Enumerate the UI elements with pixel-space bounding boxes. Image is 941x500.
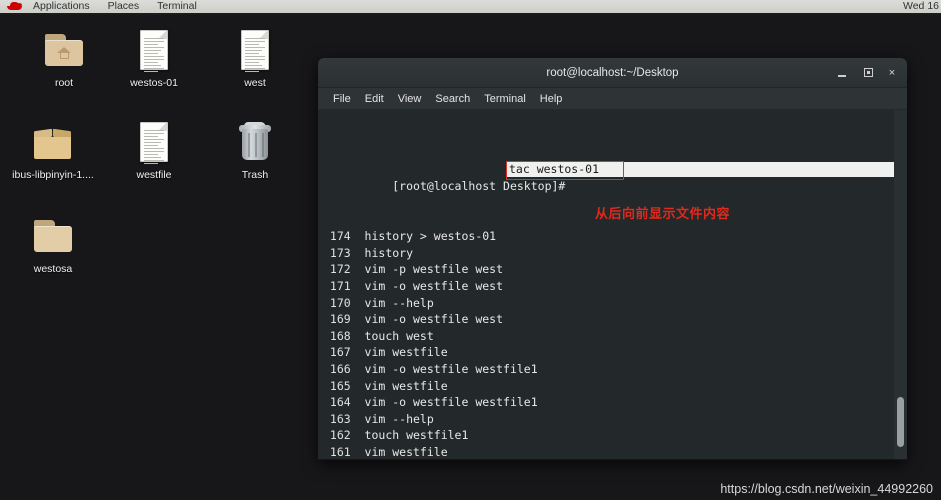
maximize-button[interactable] [861,66,875,80]
history-number: 164 [323,395,365,410]
panel-clock[interactable]: Wed 16 [903,0,939,13]
desktop-icon-label: Trash [241,169,269,181]
history-line: 170 vim --help [323,295,893,312]
minimize-button[interactable] [835,66,849,80]
history-number: 163 [323,411,365,426]
menu-view[interactable]: View [391,89,429,109]
history-line: 173 history [323,245,893,262]
menu-help[interactable]: Help [533,89,570,109]
history-line: 171 vim -o westfile west [323,278,893,295]
menu-terminal[interactable]: Terminal [477,89,533,109]
document-icon [130,26,178,74]
desktop-icon-westosa[interactable]: westosa [3,212,103,275]
menu-file[interactable]: File [326,89,358,109]
terminal-menu-bar: File Edit View Search Terminal Help [318,88,907,110]
trash-icon [231,118,279,166]
menu-edit[interactable]: Edit [358,89,391,109]
desktop-icon-trash[interactable]: Trash [205,118,305,181]
scrollbar-thumb[interactable] [897,397,904,447]
terminal-title: root@localhost:~/Desktop [546,67,679,79]
desktop-icon-label: westosa [33,263,73,275]
history-line: 166 vim -o westfile westfile1 [323,361,893,378]
panel-menu-places[interactable]: Places [99,0,149,13]
history-command: vim westfile [364,378,448,393]
history-line: 168 touch west [323,328,893,345]
history-line: 162 touch westfile1 [323,427,893,444]
terminal-output-area[interactable]: [root@localhost Desktop]# tac westos-01 … [318,110,907,459]
history-number: 170 [323,295,365,310]
desktop-icon-westfile[interactable]: westfile [104,118,204,181]
desktop-screen: Applications Places Terminal Wed 16 root… [0,0,941,500]
command-history-list: 174 history > westos-01 173 history 172 … [323,228,893,459]
history-number: 171 [323,278,365,293]
terminal-prompt-line: [root@localhost Desktop]# tac westos-01 [323,160,898,193]
desktop-icon-label: west [244,77,266,89]
desktop-icon-ibus-libpinyin[interactable]: ibus-libpinyin-1.... [3,118,103,181]
panel-menu-applications[interactable]: Applications [24,0,99,13]
desktop-icon-root[interactable]: root [14,26,114,89]
history-command: touch westfile1 [364,428,469,443]
desktop-icon-label: westos-01 [130,77,178,89]
watermark: https://blog.csdn.net/weixin_44992260 [720,482,933,496]
current-command: tac westos-01 [509,161,600,176]
history-number: 166 [323,361,365,376]
prompt-string: [root@localhost Desktop]# [392,179,573,194]
redhat-logo-icon[interactable] [6,0,24,13]
history-number: 172 [323,262,365,277]
history-command: vim --help [364,411,434,426]
history-command: vim -p westfile west [364,262,504,277]
history-number: 162 [323,428,365,443]
desktop-icon-label: westfile [136,169,172,181]
history-number: 165 [323,378,365,393]
desktop-icon-west[interactable]: west [205,26,305,89]
document-icon [231,26,279,74]
history-command: vim westfile [364,444,448,459]
history-number: 168 [323,328,365,343]
history-number: 161 [323,444,365,459]
desktop-icon-label: root [54,77,74,89]
top-panel: Applications Places Terminal Wed 16 [0,0,941,15]
history-command: vim westfile [364,345,448,360]
history-line: 167 vim westfile [323,344,893,361]
history-line: 163 vim --help [323,411,893,428]
menu-search[interactable]: Search [428,89,477,109]
history-number: 169 [323,312,365,327]
history-line: 165 vim westfile [323,378,893,395]
terminal-title-bar[interactable]: root@localhost:~/Desktop × [318,58,907,88]
folder-icon [29,212,77,260]
panel-menu-terminal[interactable]: Terminal [148,0,206,13]
terminal-window: root@localhost:~/Desktop × File Edit Vie… [318,58,907,460]
history-number: 167 [323,345,365,360]
desktop-icon-westos-01[interactable]: westos-01 [104,26,204,89]
history-line: 164 vim -o westfile westfile1 [323,394,893,411]
history-line: 172 vim -p westfile west [323,261,893,278]
close-icon[interactable]: × [885,66,899,80]
terminal-scrollbar[interactable] [894,110,907,459]
history-command: vim -o westfile westfile1 [364,395,538,410]
history-command: vim -o westfile west [364,312,504,327]
annotation-text: 从后向前显示文件内容 [595,207,731,222]
history-line: 174 history > westos-01 [323,228,893,245]
history-command: vim -o westfile westfile1 [364,361,538,376]
history-command: touch west [364,328,434,343]
history-command: vim --help [364,295,434,310]
terminal-text: [root@localhost Desktop]# tac westos-01 … [323,112,898,459]
desktop-icon-label: ibus-libpinyin-1.... [12,169,94,181]
history-line: 169 vim -o westfile west [323,311,893,328]
folder-home-icon [40,26,88,74]
document-icon [130,118,178,166]
archive-icon [29,118,77,166]
history-command: vim -o westfile west [364,278,504,293]
history-line: 161 vim westfile [323,444,893,459]
